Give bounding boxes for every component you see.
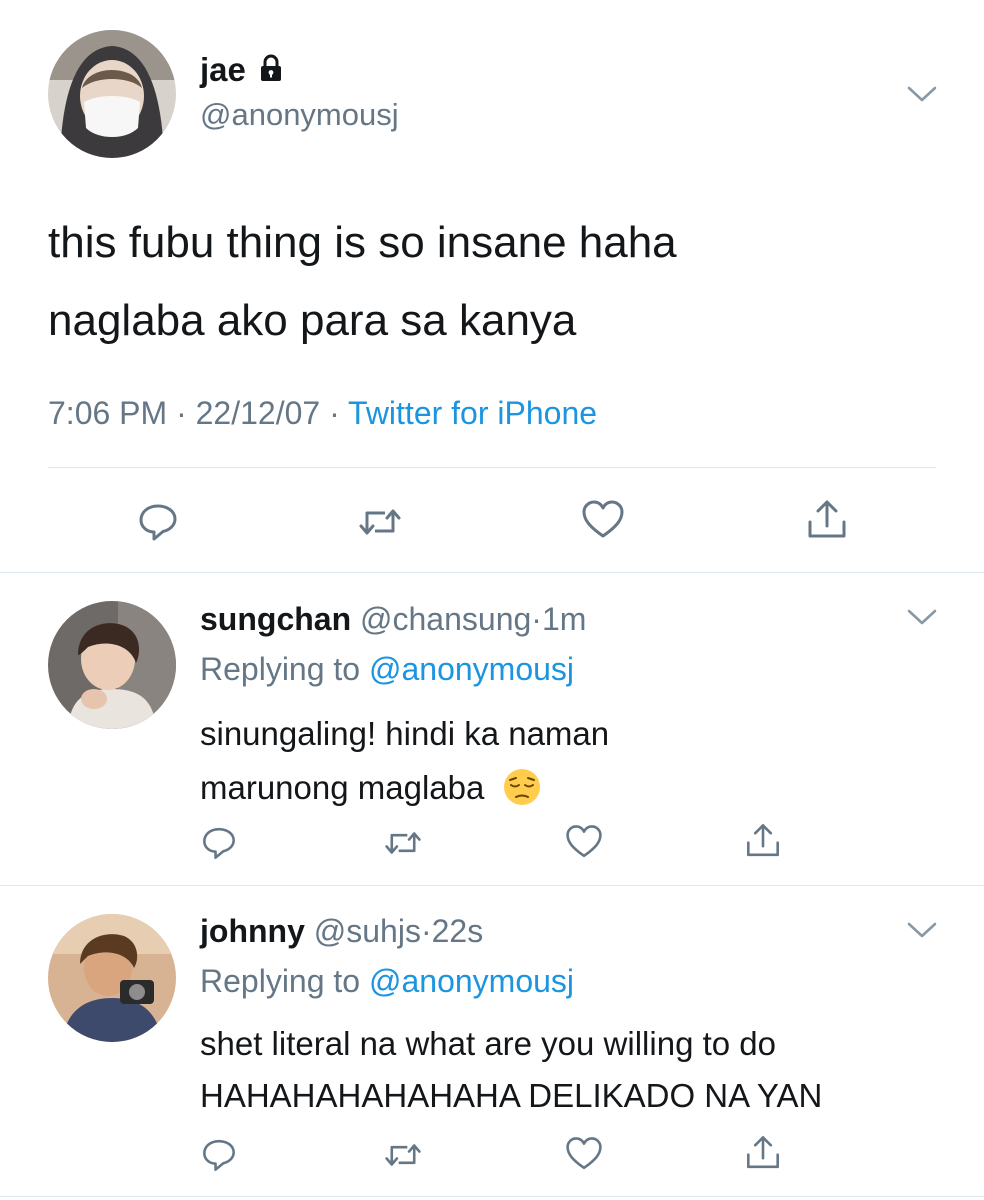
tweet-meta: 7:06 PM · 22/12/07 · Twitter for iPhone <box>48 395 597 432</box>
meta-separator: · <box>420 913 432 949</box>
like-icon[interactable] <box>580 498 626 542</box>
display-name[interactable]: johnny <box>200 913 305 949</box>
tweet-text: this fubu thing is so insane haha naglab… <box>48 204 677 360</box>
meta-separator: · <box>176 395 187 431</box>
reply-icon[interactable] <box>200 824 238 862</box>
mention-link[interactable]: @anonymousj <box>369 963 574 999</box>
tweet-text: shet literal na what are you willing to … <box>200 1018 822 1122</box>
avatar-image <box>48 914 176 1042</box>
divider <box>0 1196 984 1197</box>
share-icon[interactable] <box>744 1132 782 1174</box>
tweet-date: 22/12/07 <box>195 395 321 431</box>
replying-to: Replying to @anonymousj <box>200 651 574 688</box>
lock-icon <box>256 53 286 88</box>
tweet-time[interactable]: 1m <box>542 601 586 637</box>
tweet-text-line: shet literal na what are you willing to … <box>200 1025 776 1062</box>
tweet-time: 7:06 PM <box>48 395 168 431</box>
tweet-text-line: marunong maglaba <box>200 761 609 823</box>
share-icon[interactable] <box>805 496 849 544</box>
retweet-icon[interactable] <box>383 824 423 862</box>
tweet-text-line: sinungaling! hindi ka naman <box>200 715 610 752</box>
display-name[interactable]: sungchan <box>200 601 351 637</box>
tweet-text-line: this fubu thing is so insane haha <box>48 218 677 267</box>
like-icon[interactable] <box>564 1135 604 1173</box>
avatar-image <box>48 30 176 158</box>
chevron-down-icon[interactable] <box>906 919 938 941</box>
meta-separator: · <box>329 395 340 431</box>
tweet-text: sinungaling! hindi ka naman marunong mag… <box>200 707 609 823</box>
divider <box>48 467 936 468</box>
share-icon[interactable] <box>744 820 782 862</box>
avatar[interactable] <box>48 601 176 729</box>
tweet-text-line: naglaba ako para sa kanya <box>48 296 577 345</box>
user-handle[interactable]: @anonymousj <box>200 97 399 133</box>
divider <box>0 885 984 886</box>
avatar-image <box>48 601 176 729</box>
tweet-time[interactable]: 22s <box>432 913 484 949</box>
display-name[interactable]: jae <box>200 51 246 89</box>
chevron-down-icon[interactable] <box>906 83 938 105</box>
reply-header: sungchan @chansung·1m <box>200 601 586 638</box>
replying-to: Replying to @anonymousj <box>200 963 574 1000</box>
pensive-face-emoji <box>502 767 542 823</box>
reply-header: johnny @suhjs·22s <box>200 913 483 950</box>
reply-icon[interactable] <box>136 500 180 544</box>
replying-to-label: Replying to <box>200 963 361 999</box>
avatar[interactable] <box>48 30 176 158</box>
user-handle[interactable]: @suhjs <box>314 913 421 949</box>
chevron-down-icon[interactable] <box>906 606 938 628</box>
tweet-text-line: HAHAHAHAHAHAHA DELIKADO NA YAN <box>200 1077 823 1114</box>
tweet-text-fragment: marunong maglaba <box>200 769 485 806</box>
meta-separator: · <box>531 601 542 637</box>
like-icon[interactable] <box>564 823 604 861</box>
divider <box>0 572 984 573</box>
replying-to-label: Replying to <box>200 651 361 687</box>
user-handle[interactable]: @chansung <box>360 601 531 637</box>
retweet-icon[interactable] <box>357 500 403 544</box>
retweet-icon[interactable] <box>383 1136 423 1174</box>
mention-link[interactable]: @anonymousj <box>369 651 574 687</box>
tweet-source-link[interactable]: Twitter for iPhone <box>348 395 597 431</box>
avatar[interactable] <box>48 914 176 1042</box>
reply-icon[interactable] <box>200 1136 238 1174</box>
